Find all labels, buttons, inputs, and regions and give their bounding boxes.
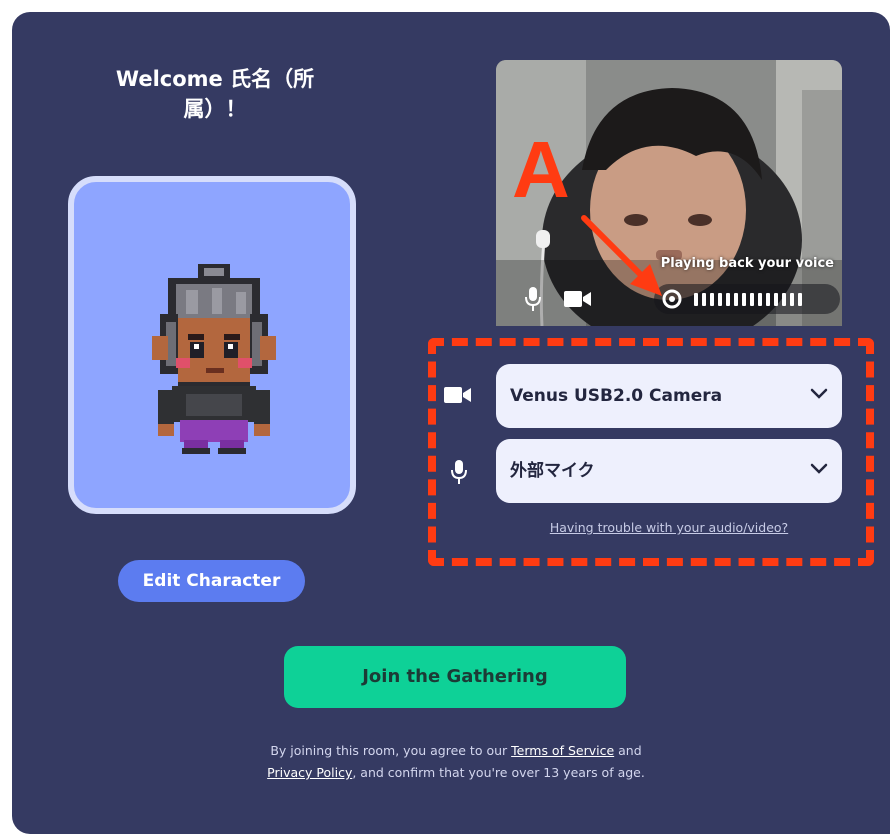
level-bar xyxy=(790,293,794,306)
chevron-down-icon xyxy=(810,388,828,399)
edit-character-button[interactable]: Edit Character xyxy=(118,560,305,602)
chevron-down-icon xyxy=(810,463,828,474)
legal-suffix: , and confirm that you're over 13 years … xyxy=(352,765,645,780)
level-bar xyxy=(718,293,722,306)
level-bar xyxy=(774,293,778,306)
camera-device-row: Venus USB2.0 Camera xyxy=(444,364,846,428)
level-bar xyxy=(758,293,762,306)
microphone-icon[interactable] xyxy=(524,286,542,312)
video-camera-icon[interactable] xyxy=(564,290,592,308)
join-gathering-button[interactable]: Join the Gathering xyxy=(284,646,626,708)
legal-notice: By joining this room, you agree to our T… xyxy=(206,740,706,784)
camera-select-value: Venus USB2.0 Camera xyxy=(510,386,723,406)
terms-of-service-link[interactable]: Terms of Service xyxy=(511,743,614,758)
camera-select[interactable]: Venus USB2.0 Camera xyxy=(496,364,842,428)
level-bar xyxy=(702,293,706,306)
microphone-device-row: 外部マイク xyxy=(444,439,846,503)
video-controls xyxy=(520,282,840,318)
microphone-icon xyxy=(451,460,467,484)
level-bar xyxy=(766,293,770,306)
level-bar xyxy=(726,293,730,306)
avatar-card xyxy=(68,176,356,514)
video-camera-icon xyxy=(444,387,471,403)
level-bar xyxy=(734,293,738,306)
welcome-line-1: Welcome 氏名（所 xyxy=(115,67,315,91)
welcome-heading: Welcome 氏名（所 属）！ xyxy=(70,64,360,124)
voice-level-meter xyxy=(654,284,840,314)
level-bar xyxy=(694,293,698,306)
level-bar xyxy=(710,293,714,306)
playback-status-text: Playing back your voice xyxy=(660,256,834,271)
level-bar xyxy=(798,293,802,306)
record-icon[interactable] xyxy=(662,289,682,309)
av-trouble-link[interactable]: Having trouble with your audio/video? xyxy=(524,520,814,535)
level-bar xyxy=(750,293,754,306)
legal-and: and xyxy=(614,743,642,758)
avatar-sprite xyxy=(152,264,276,454)
microphone-select[interactable]: 外部マイク xyxy=(496,439,842,503)
screen: Welcome 氏名（所 属）！ Edit Character Playing … xyxy=(0,0,890,834)
level-bar xyxy=(742,293,746,306)
voice-level-bars xyxy=(694,293,802,306)
privacy-policy-link[interactable]: Privacy Policy xyxy=(267,765,352,780)
legal-prefix: By joining this room, you agree to our xyxy=(270,743,512,758)
level-bar xyxy=(782,293,786,306)
microphone-select-value: 外部マイク xyxy=(510,461,595,481)
annotation-label-a: A xyxy=(512,125,570,214)
welcome-line-2: 属）！ xyxy=(183,97,247,121)
